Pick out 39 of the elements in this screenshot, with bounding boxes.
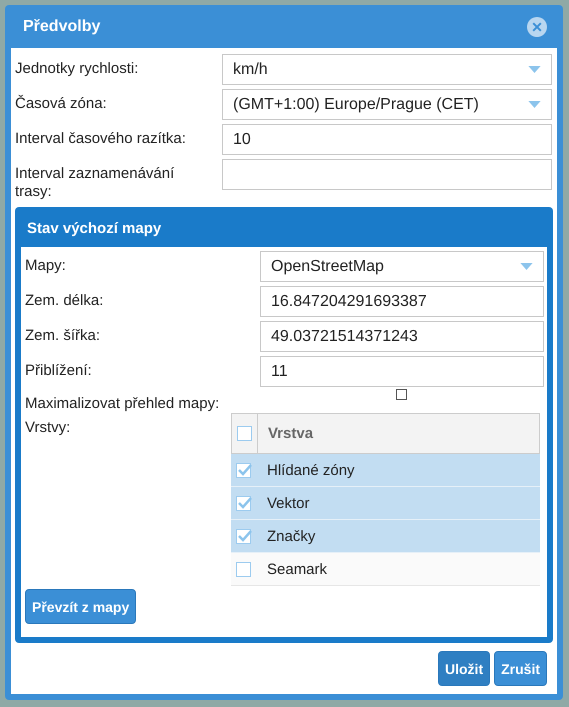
field-label: Přiblížení: [25, 361, 93, 380]
table-row[interactable]: Vektor [231, 487, 540, 520]
dropdown[interactable]: OpenStreetMap [260, 251, 544, 282]
dialog-title: Předvolby [23, 18, 100, 36]
input-field[interactable]: 11 [260, 356, 544, 387]
field-label: Časová zóna: [15, 94, 108, 113]
checkbox[interactable] [396, 389, 407, 400]
checkbox[interactable] [236, 562, 251, 576]
layer-name: Seamark [266, 560, 328, 578]
input-field[interactable] [222, 159, 552, 190]
input-field[interactable]: 16.847204291693387 [260, 286, 544, 317]
table-row[interactable]: Značky [231, 520, 540, 553]
dropdown[interactable]: km/h [222, 54, 552, 85]
caret-icon [528, 101, 541, 108]
field-label: Interval zaznamenávání trasy: [15, 164, 176, 201]
checkbox[interactable] [236, 462, 251, 478]
field-label: Zem. šířka: [25, 326, 102, 345]
field-label: Jednotky rychlosti: [15, 59, 140, 78]
field-label: Mapy: [25, 256, 67, 275]
field-label: Interval časového razítka: [15, 129, 187, 148]
panel-title: Stav výchozí mapy [26, 219, 162, 239]
caret-icon [520, 263, 533, 270]
field-label: Maximalizovat přehled mapy: [25, 394, 220, 413]
field-label: Vrstvy: [25, 418, 72, 438]
checkbox[interactable] [236, 496, 251, 510]
table-row[interactable]: Seamark [231, 553, 540, 586]
layer-name: Značky [266, 528, 316, 544]
save-button[interactable]: Uložit [438, 651, 490, 686]
checkbox[interactable] [236, 528, 251, 544]
checkbox[interactable] [237, 426, 252, 441]
layer-name: Vektor [266, 494, 310, 512]
column-header: Vrstva [267, 425, 314, 442]
table-row[interactable]: Hlídané zóny [231, 454, 540, 487]
input-field[interactable]: 10 [222, 124, 552, 155]
dropdown[interactable]: (GMT+1:00) Europe/Prague (CET) [222, 89, 552, 120]
caret-icon [528, 66, 541, 73]
layer-name: Hlídané zóny [266, 462, 355, 478]
input-field[interactable]: 49.03721514371243 [260, 321, 544, 352]
field-label: Zem. délka: [25, 291, 104, 310]
